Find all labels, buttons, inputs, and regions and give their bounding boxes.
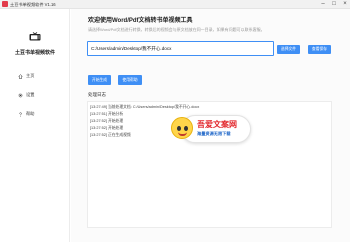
log-line: [13:27:52] 开始处理 (90, 126, 124, 130)
log-line: [13:27:51] 开始分析 (90, 112, 124, 116)
maximize-button[interactable]: □ (329, 0, 339, 9)
app-icon (2, 1, 8, 7)
page-description: 请选择Word/Pdf文档进行转换，转换后的视频会与原文档放在同一目录，如果有问… (88, 27, 265, 32)
log-area[interactable]: [13:27:49] 当前处理文档: C:/Users/admin/Deskto… (87, 101, 332, 228)
gear-icon (18, 93, 23, 97)
select-file-button[interactable]: 选择文件 (277, 45, 300, 54)
watermark-subtitle: 海量资源无限下载 (197, 131, 231, 136)
start-generate-button[interactable]: 开始生成 (88, 75, 111, 85)
minimize-button[interactable]: – (318, 0, 328, 9)
file-path-input[interactable] (87, 41, 274, 56)
home-icon (18, 73, 23, 79)
sidebar-item-home[interactable]: 主页 (18, 72, 34, 80)
sidebar-item-label: 设置 (26, 92, 35, 97)
log-line: [13:27:49] 当前处理文档: C:/Users/admin/Deskto… (90, 105, 200, 109)
page-title: 欢迎使用Word/Pdf文档转书单视频工具 (88, 18, 193, 24)
log-label: 处理日志 (88, 92, 106, 97)
sidebar-item-label: 帮助 (26, 111, 35, 116)
sidebar-item-help[interactable]: 帮助 (18, 110, 34, 118)
window-title: 土豆书单视频软件 V1.16 (10, 2, 56, 7)
app-logo-text: 土豆书单视频软件 (14, 50, 55, 56)
sidebar: 土豆书单视频软件 主页 设置 帮助 (0, 9, 70, 242)
title-bar: 土豆书单视频软件 V1.16 – □ × (0, 0, 350, 9)
smiley-mouth (178, 132, 187, 136)
help-icon (19, 111, 22, 117)
close-button[interactable]: × (340, 0, 350, 9)
watermark-title: 吾爱文案网 (197, 120, 237, 129)
usage-help-button[interactable]: 使用帮助 (118, 75, 142, 85)
log-line: [13:27:52] 正在生成视频 (90, 133, 131, 137)
sidebar-item-label: 主页 (26, 73, 35, 78)
watermark-logo: 吾爱文案网 海量资源无限下载 (171, 115, 253, 145)
sidebar-item-settings[interactable]: 设置 (18, 91, 34, 99)
smiley-eye (184, 126, 188, 131)
smiley-eye (177, 126, 181, 131)
log-line: [13:27:52] 开始处理 (90, 119, 124, 123)
smiley-icon (171, 117, 193, 139)
tv-icon (29, 32, 41, 41)
open-folder-button[interactable]: 查看保存 (308, 45, 331, 54)
main-panel: 欢迎使用Word/Pdf文档转书单视频工具 请选择Word/Pdf文档进行转换，… (71, 9, 350, 242)
